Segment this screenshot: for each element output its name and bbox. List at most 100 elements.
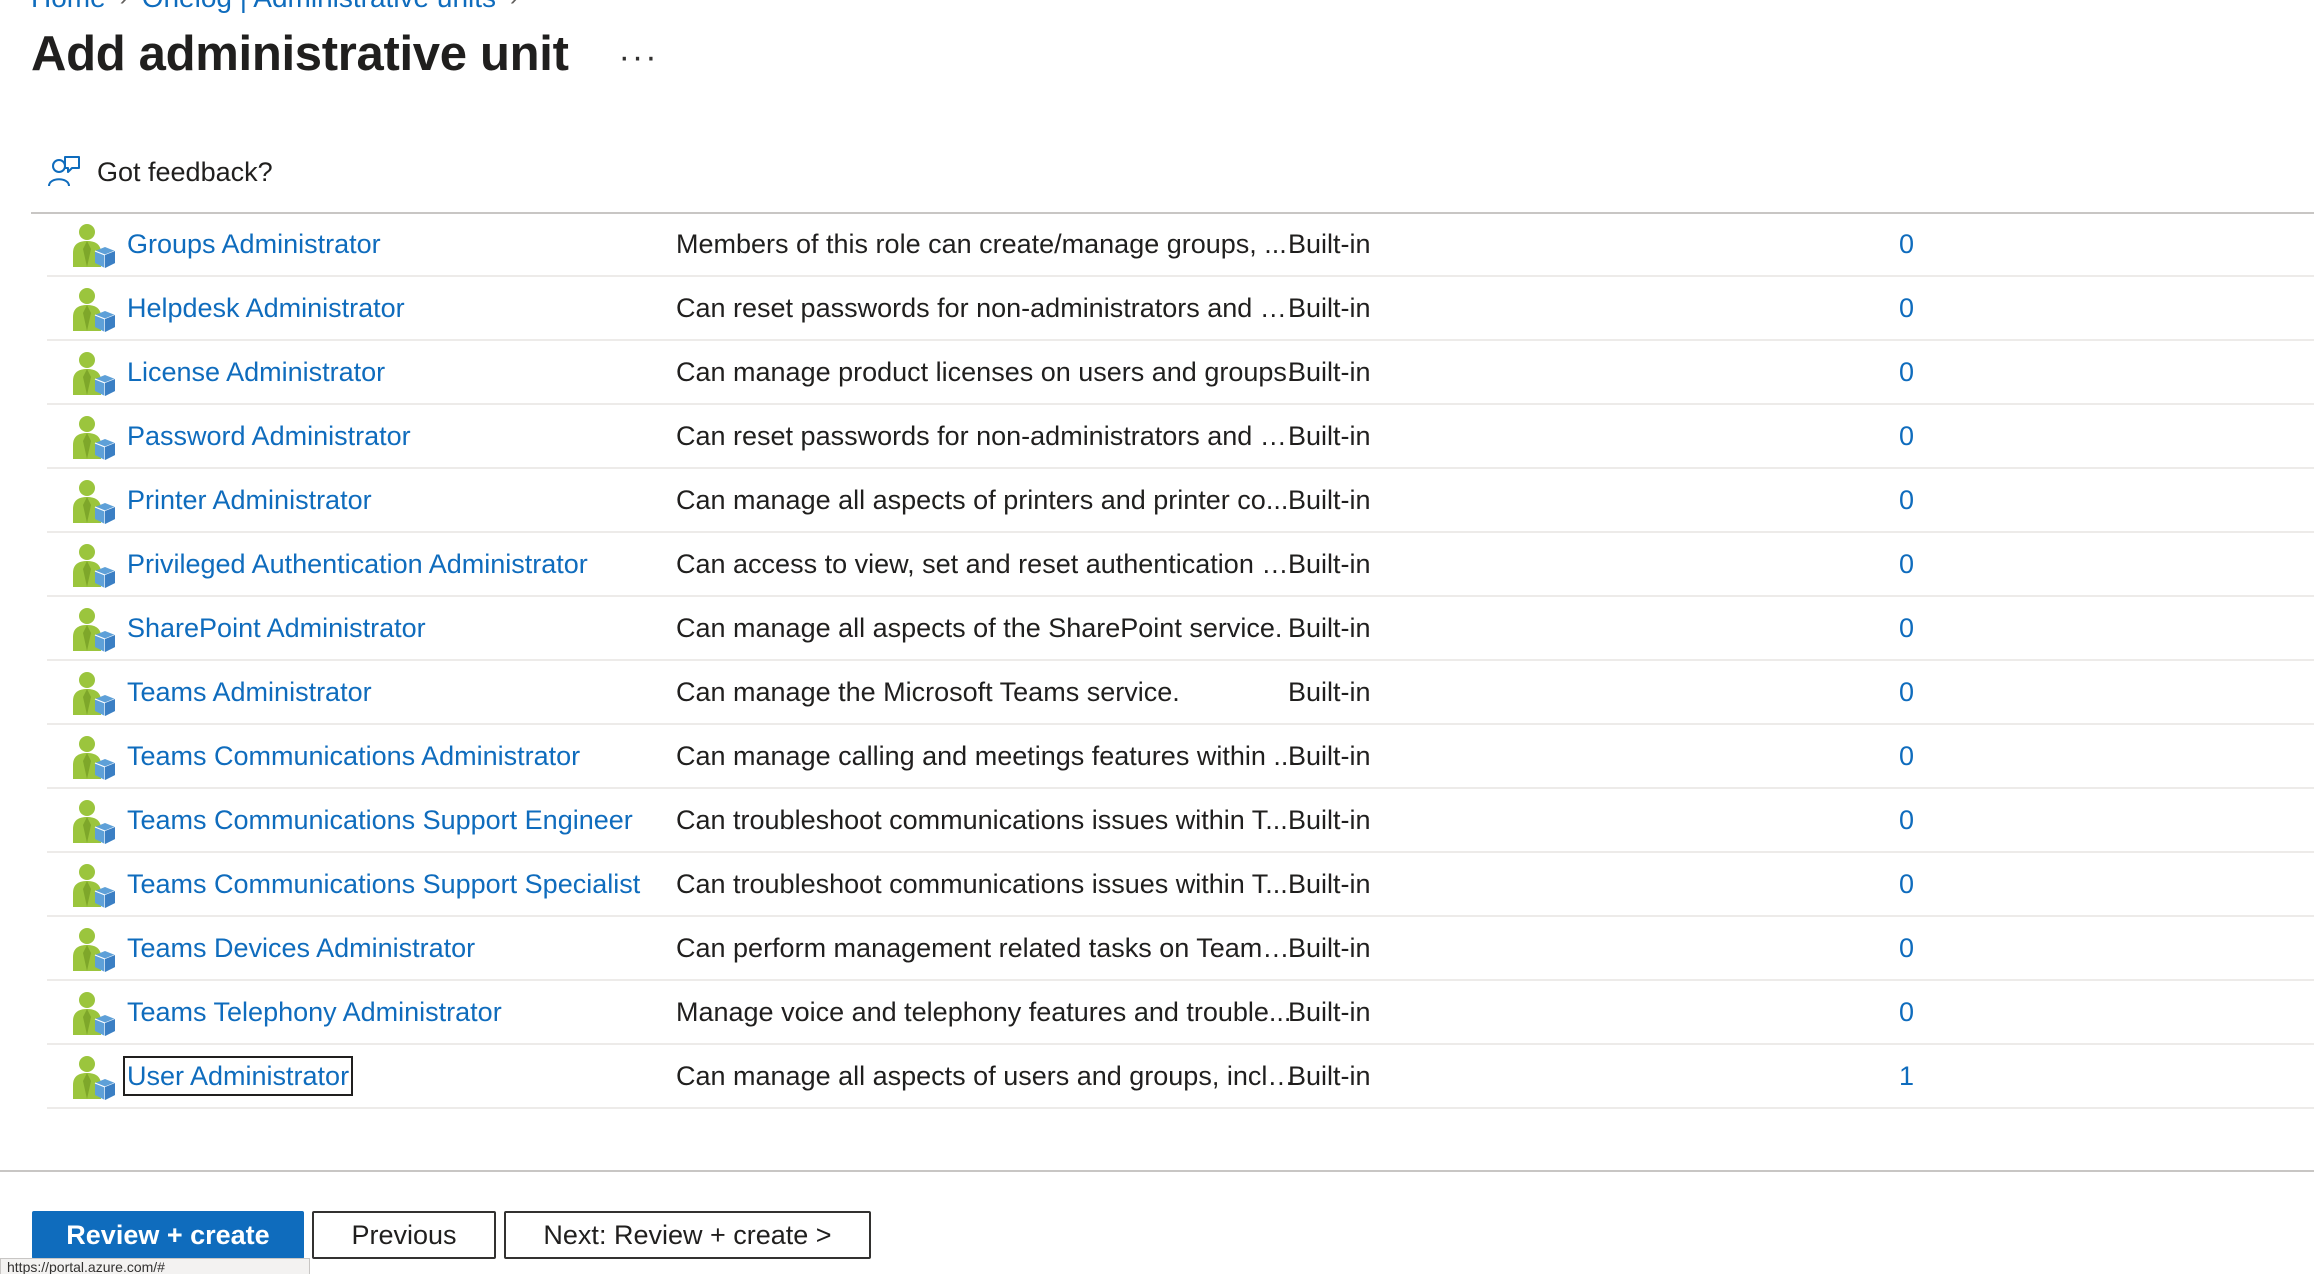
role-assignment-count[interactable]: 0 [1899, 485, 1914, 516]
role-name-link[interactable]: Teams Communications Support Engineer [127, 804, 633, 836]
role-name-link[interactable]: Teams Telephony Administrator [127, 996, 502, 1028]
role-type: Built-in [1288, 868, 1371, 899]
role-description: Manage voice and telephony features and … [676, 996, 1292, 1027]
breadcrumb: Home › Onelog | Administrative units › [31, 0, 518, 14]
footer-actions: Review + create Previous Next: Review + … [32, 1211, 871, 1259]
role-type: Built-in [1288, 996, 1371, 1027]
role-description: Can troubleshoot communications issues w… [676, 804, 1288, 835]
table-row[interactable]: Printer Administrator Can manage all asp… [47, 469, 2314, 533]
roles-table: Groups Administrator Members of this rol… [47, 213, 2314, 1109]
role-name-link[interactable]: Printer Administrator [127, 484, 372, 516]
table-row[interactable]: Helpdesk Administrator Can reset passwor… [47, 277, 2314, 341]
role-type: Built-in [1288, 804, 1371, 835]
role-assignment-count[interactable]: 0 [1899, 549, 1914, 580]
role-user-icon [73, 992, 115, 1036]
role-description: Can perform management related tasks on … [676, 932, 1296, 963]
table-row[interactable]: Teams Communications Support Specialist … [47, 853, 2314, 917]
role-user-icon [73, 416, 115, 460]
table-row[interactable]: Teams Communications Administrator Can m… [47, 725, 2314, 789]
role-user-icon [73, 544, 115, 588]
next-review-create-button[interactable]: Next: Review + create > [504, 1211, 871, 1259]
table-row[interactable]: License Administrator Can manage product… [47, 341, 2314, 405]
role-type: Built-in [1288, 228, 1371, 259]
table-row[interactable]: Teams Telephony Administrator Manage voi… [47, 981, 2314, 1045]
role-user-icon [73, 864, 115, 908]
role-description: Can manage the Microsoft Teams service. [676, 676, 1180, 707]
role-assignment-count[interactable]: 0 [1899, 869, 1914, 900]
chevron-right-icon: › [120, 0, 128, 12]
role-user-icon [73, 928, 115, 972]
chevron-right-icon: › [510, 0, 518, 12]
role-name-link[interactable]: Helpdesk Administrator [127, 292, 405, 324]
role-assignment-count[interactable]: 0 [1899, 293, 1914, 324]
role-type: Built-in [1288, 548, 1371, 579]
role-name-link[interactable]: Teams Communications Administrator [127, 740, 580, 772]
table-row[interactable]: Privileged Authentication Administrator … [47, 533, 2314, 597]
table-row[interactable]: Groups Administrator Members of this rol… [47, 213, 2314, 277]
role-type: Built-in [1288, 420, 1371, 451]
role-user-icon [73, 608, 115, 652]
table-row[interactable]: Teams Devices Administrator Can perform … [47, 917, 2314, 981]
role-description: Can access to view, set and reset authen… [676, 548, 1296, 579]
role-name-link[interactable]: SharePoint Administrator [127, 612, 426, 644]
role-assignment-count[interactable]: 1 [1899, 1061, 1914, 1092]
role-assignment-count[interactable]: 0 [1899, 357, 1914, 388]
page-title: Add administrative unit [31, 27, 569, 81]
status-bar-url: https://portal.azure.com/# [0, 1258, 310, 1274]
role-description: Can manage calling and meetings features… [676, 740, 1296, 771]
role-assignment-count[interactable]: 0 [1899, 677, 1914, 708]
role-user-icon [73, 224, 115, 268]
role-assignment-count[interactable]: 0 [1899, 997, 1914, 1028]
table-row[interactable]: User Administrator Can manage all aspect… [47, 1045, 2314, 1109]
table-row[interactable]: Password Administrator Can reset passwor… [47, 405, 2314, 469]
feedback-button[interactable]: Got feedback? [45, 154, 273, 190]
breadcrumb-item-home[interactable]: Home [31, 0, 106, 14]
table-row[interactable]: SharePoint Administrator Can manage all … [47, 597, 2314, 661]
role-name-link[interactable]: License Administrator [127, 356, 385, 388]
role-type: Built-in [1288, 1060, 1371, 1091]
role-type: Built-in [1288, 740, 1371, 771]
role-user-icon [73, 736, 115, 780]
role-description: Can manage all aspects of printers and p… [676, 484, 1289, 515]
feedback-person-icon [48, 156, 80, 187]
role-description: Can reset passwords for non-administrato… [676, 420, 1296, 451]
role-assignment-count[interactable]: 0 [1899, 229, 1914, 260]
role-type: Built-in [1288, 932, 1371, 963]
breadcrumb-item-admin-units[interactable]: Onelog | Administrative units [142, 0, 496, 14]
page: Home › Onelog | Administrative units › A… [0, 0, 2314, 1274]
table-row[interactable]: Teams Administrator Can manage the Micro… [47, 661, 2314, 725]
role-assignment-count[interactable]: 0 [1899, 805, 1914, 836]
role-user-icon [73, 672, 115, 716]
role-description: Members of this role can create/manage g… [676, 228, 1287, 259]
role-user-icon [73, 352, 115, 396]
role-user-icon [73, 1056, 115, 1100]
role-assignment-count[interactable]: 0 [1899, 933, 1914, 964]
review-create-button[interactable]: Review + create [32, 1211, 304, 1259]
role-name-link[interactable]: Teams Administrator [127, 676, 372, 708]
role-name-link[interactable]: Teams Communications Support Specialist [127, 868, 640, 900]
table-row[interactable]: Teams Communications Support Engineer Ca… [47, 789, 2314, 853]
role-name-link[interactable]: Password Administrator [127, 420, 411, 452]
title-row: Add administrative unit ··· [31, 26, 659, 82]
role-name-link[interactable]: Groups Administrator [127, 228, 381, 260]
feedback-label: Got feedback? [97, 156, 273, 187]
role-user-icon [73, 288, 115, 332]
role-user-icon [73, 480, 115, 524]
role-type: Built-in [1288, 612, 1371, 643]
role-assignment-count[interactable]: 0 [1899, 421, 1914, 452]
role-description: Can manage product licenses on users and… [676, 356, 1295, 387]
role-assignment-count[interactable]: 0 [1899, 613, 1914, 644]
role-type: Built-in [1288, 292, 1371, 323]
role-name-link[interactable]: Teams Devices Administrator [127, 932, 475, 964]
role-description: Can troubleshoot communications issues w… [676, 868, 1288, 899]
role-name-link[interactable]: User Administrator [122, 1056, 354, 1096]
role-assignment-count[interactable]: 0 [1899, 741, 1914, 772]
previous-button[interactable]: Previous [312, 1211, 496, 1259]
role-description: Can manage all aspects of the SharePoint… [676, 612, 1283, 643]
role-user-icon [73, 800, 115, 844]
role-type: Built-in [1288, 484, 1371, 515]
divider [0, 1170, 2314, 1172]
more-options-button[interactable]: ··· [619, 40, 659, 74]
role-name-link[interactable]: Privileged Authentication Administrator [127, 548, 588, 580]
role-description: Can reset passwords for non-administrato… [676, 292, 1296, 323]
